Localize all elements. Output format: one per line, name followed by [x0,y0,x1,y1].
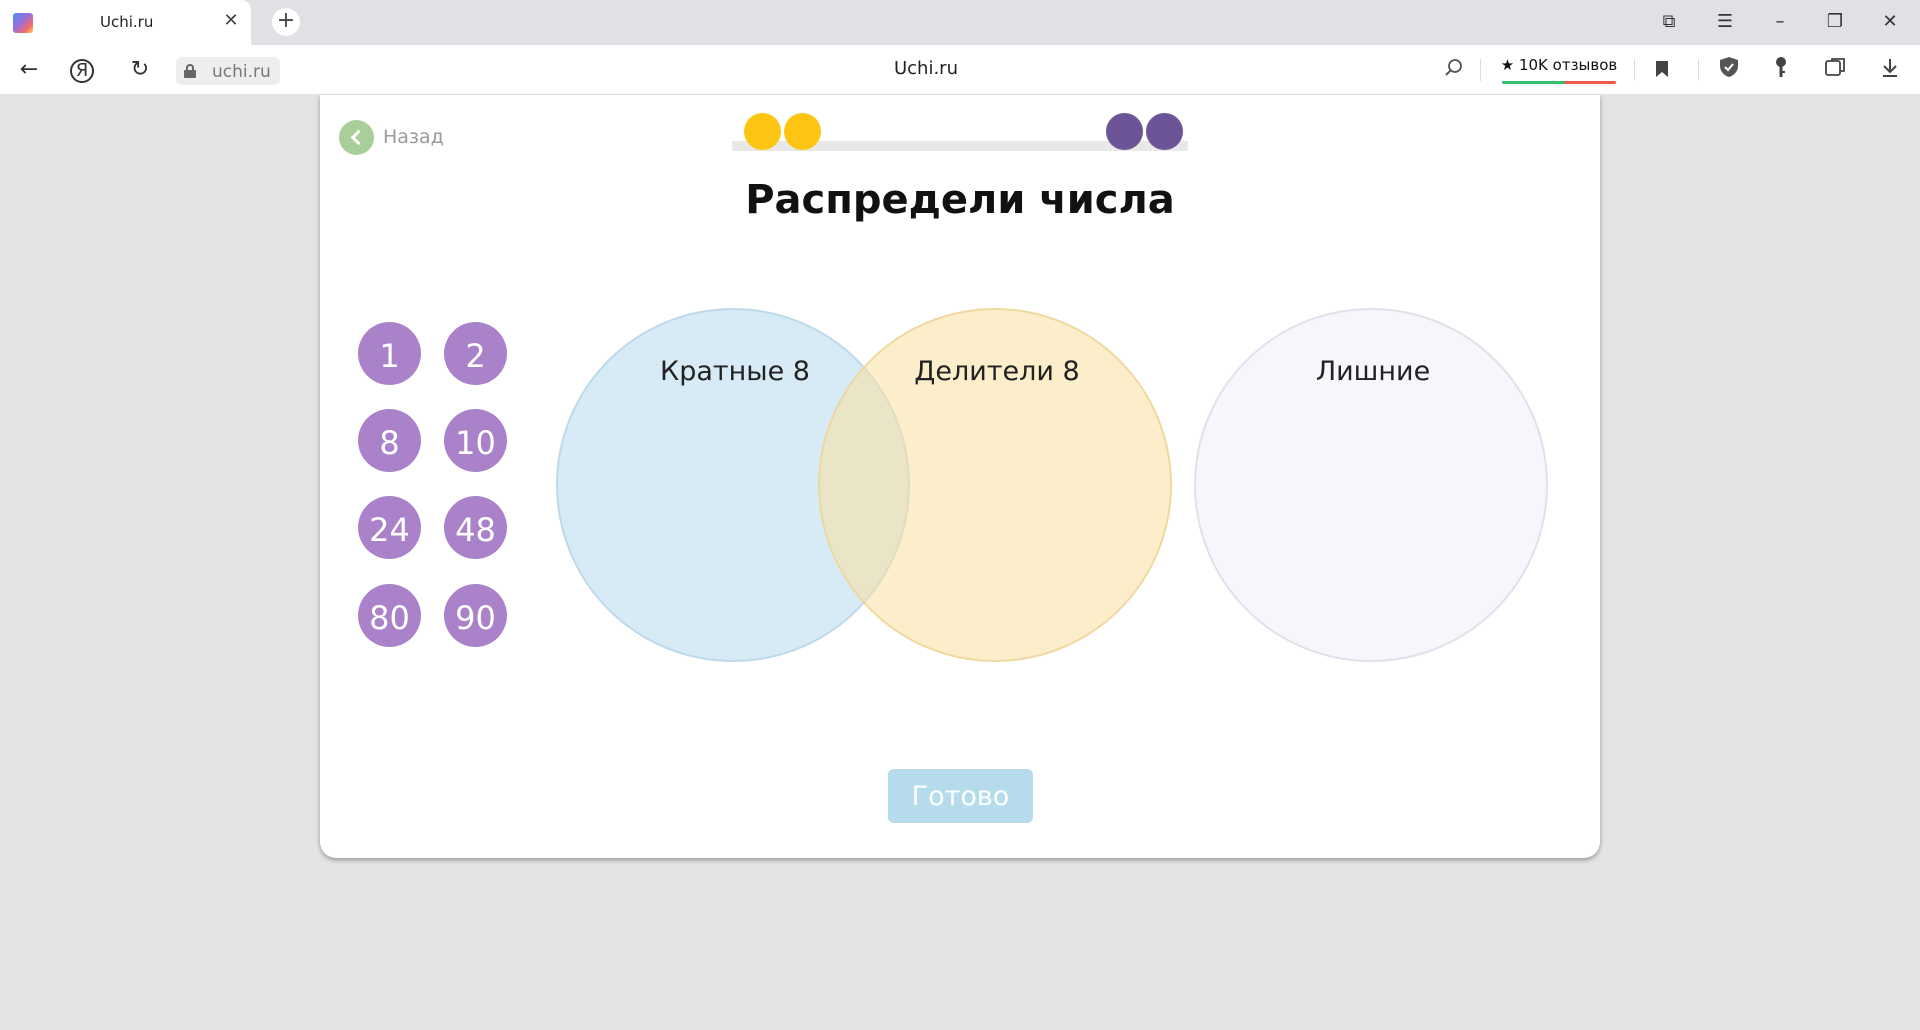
progress-dot-remaining [1146,113,1183,150]
chevron-left-icon [339,119,374,155]
restore-button[interactable]: ❐ [1818,8,1852,36]
reviews-label: ★ 10K отзывов [1500,56,1618,74]
address-bar: ← Я ↻ uchi.ru Uchi.ru ★ 10K отзывов [0,45,1920,95]
progress-dot-completed [784,113,821,150]
reviews-rating-bar [1502,81,1616,84]
back-button[interactable]: Назад [339,119,444,155]
toolbar-divider [1634,59,1635,81]
number-chip[interactable]: 2 [444,322,507,385]
zoom-icon[interactable] [1439,56,1469,86]
browser-tab[interactable]: Uchi.ru ✕ [0,0,251,45]
toolbar-divider [1698,59,1699,81]
download-icon[interactable] [1875,56,1905,86]
divisors-drop-zone[interactable]: Делители 8 [818,308,1172,662]
progress-dot-completed [744,113,781,150]
number-chip[interactable]: 10 [444,409,507,472]
toolbar-divider [1480,59,1481,81]
back-label: Назад [383,126,444,148]
number-chip[interactable]: 1 [358,322,421,385]
minimize-button[interactable]: – [1763,8,1797,36]
shield-icon[interactable] [1714,56,1744,86]
exercise-title: Распредели числа [745,177,1175,223]
menu-icon[interactable]: ☰ [1708,8,1742,36]
number-chip[interactable]: 80 [358,584,421,647]
number-chip[interactable]: 90 [444,584,507,647]
tab-title: Uchi.ru [100,13,154,31]
divisors-zone-label: Делители 8 [914,356,1080,387]
tab-close-icon[interactable]: ✕ [220,10,242,32]
new-tab-button[interactable]: + [272,8,300,36]
progress-dot-remaining [1106,113,1143,150]
done-button[interactable]: Готово [888,769,1033,823]
number-chip[interactable]: 48 [444,496,507,559]
reviews-badge[interactable]: ★ 10K отзывов [1500,54,1618,84]
window-close-button[interactable]: ✕ [1873,8,1907,36]
collections-icon[interactable]: ⧉ [1652,8,1686,36]
extensions-icon[interactable] [1820,56,1850,86]
extra-zone-label: Лишние [1315,356,1431,387]
progress-indicator [732,111,1188,153]
bookmark-icon[interactable] [1647,56,1677,86]
number-chip[interactable]: 8 [358,409,421,472]
exercise-card: Назад Распредели числа 1 2 8 10 24 48 80… [320,95,1600,858]
site-favicon-icon [13,13,33,33]
key-icon[interactable] [1766,56,1796,86]
extra-drop-zone[interactable]: Лишние [1194,308,1548,662]
number-chip[interactable]: 24 [358,496,421,559]
tab-strip: Uchi.ru ✕ + ⧉ ☰ – ❐ ✕ [0,0,1920,45]
